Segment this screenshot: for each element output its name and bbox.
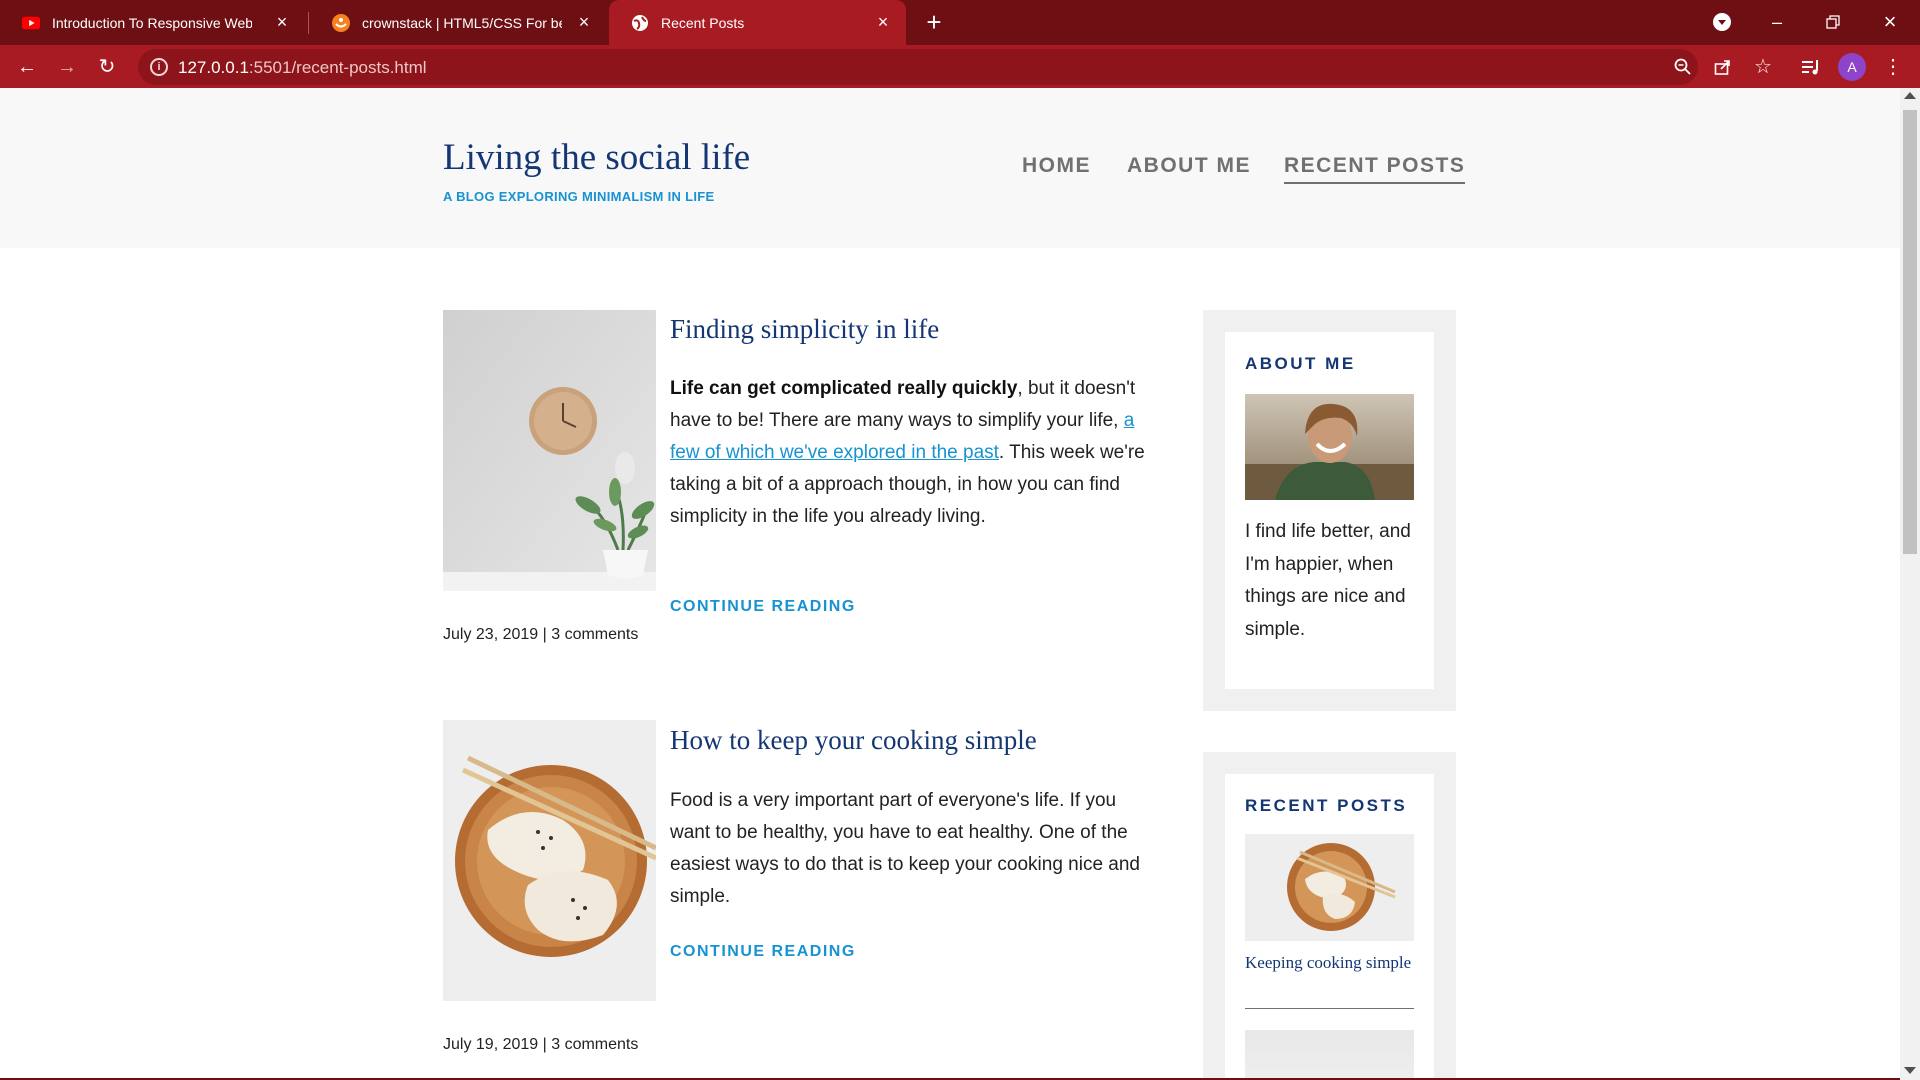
back-icon[interactable]: ←: [14, 54, 40, 80]
share-icon[interactable]: [1710, 54, 1736, 80]
article-image-clock[interactable]: [443, 310, 656, 591]
about-me-widget: ABOUT ME I find life better, and I'm hap…: [1203, 310, 1456, 711]
site-info-icon[interactable]: i: [150, 58, 168, 76]
crownstack-icon: [332, 13, 350, 32]
profile-menu-icon[interactable]: [1708, 8, 1736, 36]
site-subtitle: A BLOG EXPLORING MINIMALISM IN LIFE: [443, 189, 715, 204]
article-title[interactable]: Finding simplicity in life: [670, 314, 939, 345]
nav-about-me[interactable]: ABOUT ME: [1127, 154, 1251, 178]
browser-tab-strip: Introduction To Responsive Web × crownst…: [0, 0, 1920, 45]
tab-youtube[interactable]: Introduction To Responsive Web ×: [0, 0, 305, 45]
recent-post-thumbnail[interactable]: [1245, 1030, 1414, 1080]
widget-title: ABOUT ME: [1245, 354, 1356, 373]
recent-posts-widget: RECENT POSTS Keeping cooking simple: [1203, 752, 1456, 1080]
minimize-icon[interactable]: –: [1763, 8, 1791, 36]
tab-recent-posts[interactable]: Recent Posts ×: [609, 0, 906, 45]
new-tab-icon[interactable]: +: [921, 9, 947, 36]
nav-home[interactable]: HOME: [1022, 154, 1091, 178]
tab-title: Recent Posts: [661, 14, 745, 31]
scroll-thumb[interactable]: [1903, 110, 1917, 554]
article-title[interactable]: How to keep your cooking simple: [670, 725, 1037, 756]
browser-toolbar: ← → ↻ i 127.0.0.1:5501/recent-posts.html…: [0, 45, 1920, 88]
article-excerpt: Life can get complicated really quickly,…: [670, 378, 1145, 527]
about-me-text: I find life better, and I'm happier, whe…: [1245, 521, 1411, 640]
page-viewport: Living the social life A BLOG EXPLORING …: [0, 88, 1900, 1080]
globe-icon: [631, 14, 649, 32]
tab-title: Introduction To Responsive Web: [52, 14, 252, 31]
page-scrollbar[interactable]: [1900, 88, 1920, 1080]
recent-posts-card: RECENT POSTS Keeping cooking simple: [1225, 774, 1434, 1080]
zoom-icon[interactable]: [1670, 54, 1696, 80]
about-me-photo: [1245, 394, 1414, 500]
profile-avatar[interactable]: A: [1838, 53, 1866, 81]
bookmark-star-icon[interactable]: ☆: [1750, 54, 1776, 80]
close-tab-icon[interactable]: ×: [874, 13, 892, 31]
scroll-down-arrow-icon[interactable]: [1904, 1067, 1916, 1074]
recent-post-divider: [1245, 1008, 1414, 1009]
close-window-icon[interactable]: ×: [1876, 8, 1904, 36]
site-header: Living the social life A BLOG EXPLORING …: [0, 88, 1900, 248]
recent-post-thumbnail[interactable]: [1245, 834, 1414, 941]
tab-title: crownstack | HTML5/CSS For beg: [362, 14, 562, 31]
nav-recent-posts[interactable]: RECENT POSTS: [1284, 154, 1466, 184]
article-excerpt: Food is a very important part of everyon…: [670, 790, 1140, 907]
tab-separator: [308, 12, 309, 34]
youtube-icon: [22, 14, 40, 32]
site-title[interactable]: Living the social life: [443, 136, 750, 179]
article-meta: July 19, 2019 | 3 comments: [443, 1036, 639, 1053]
article-image-dumplings[interactable]: [443, 720, 656, 1001]
media-controls-icon[interactable]: [1798, 54, 1824, 80]
forward-icon[interactable]: →: [54, 54, 80, 80]
restore-icon[interactable]: [1819, 8, 1847, 36]
continue-reading-link[interactable]: CONTINUE READING: [670, 943, 856, 961]
continue-reading-link[interactable]: CONTINUE READING: [670, 598, 856, 616]
close-tab-icon[interactable]: ×: [273, 13, 291, 31]
widget-title: RECENT POSTS: [1245, 796, 1408, 815]
article-meta: July 23, 2019 | 3 comments: [443, 626, 639, 643]
about-me-card: ABOUT ME I find life better, and I'm hap…: [1225, 332, 1434, 689]
url-text[interactable]: 127.0.0.1:5501/recent-posts.html: [178, 58, 427, 78]
tab-crownstack[interactable]: crownstack | HTML5/CSS For beg ×: [310, 0, 607, 45]
reload-icon[interactable]: ↻: [94, 54, 120, 80]
close-tab-icon[interactable]: ×: [575, 13, 593, 31]
recent-post-link[interactable]: Keeping cooking simple: [1245, 950, 1415, 975]
address-bar[interactable]: i 127.0.0.1:5501/recent-posts.html: [138, 49, 1698, 85]
menu-kebab-icon[interactable]: ⋮: [1880, 54, 1906, 80]
scroll-up-arrow-icon[interactable]: [1904, 92, 1916, 99]
